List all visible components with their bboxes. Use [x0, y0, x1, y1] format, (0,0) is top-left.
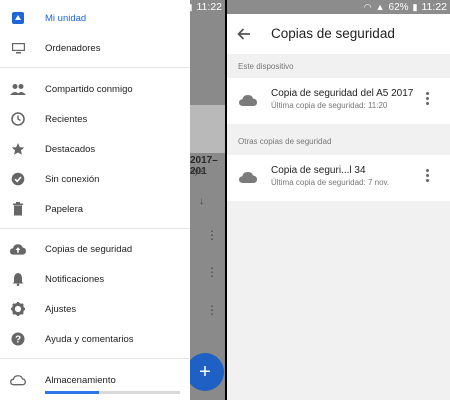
add-fab-button[interactable]: + — [186, 353, 224, 391]
offline-icon — [10, 171, 26, 187]
backup-icon — [10, 241, 26, 257]
drawer-item-sin-conexion[interactable]: Sin conexión — [0, 164, 190, 194]
battery-icon: ▮ — [412, 2, 418, 12]
signal-icon: ▲ — [375, 2, 385, 12]
more-options-icon[interactable] — [426, 92, 430, 106]
battery-icon: ▮ — [187, 2, 193, 12]
status-time: 11:22 — [421, 1, 448, 13]
more-icon[interactable]: ⋮ — [206, 265, 218, 279]
clock-icon — [10, 111, 26, 127]
section-label-device: Este dispositivo — [238, 62, 294, 71]
status-bar: ◠ ▲ 62% ▮ 11:22 — [227, 0, 450, 14]
status-bar: ◠ ▲ 62% ▮ 11:22 — [0, 0, 225, 14]
drawer-item-label: Copias de seguridad — [45, 243, 133, 255]
drawer-item-label: Ayuda y comentarios — [45, 333, 134, 345]
people-icon — [10, 81, 26, 97]
drawer-item-copias[interactable]: Copias de seguridad — [0, 234, 190, 264]
drawer-item-label: Recientes — [45, 113, 88, 125]
cloud-icon — [10, 372, 26, 388]
trash-icon — [10, 201, 26, 217]
right-screen: ◠ ▲ 62% ▮ 11:22 Copias de seguridad Este… — [227, 0, 450, 400]
storage-progress-fill — [45, 391, 99, 394]
more-icon[interactable]: ⋮ — [206, 303, 218, 317]
more-icon[interactable]: ⋮ — [206, 228, 218, 242]
drawer-item-label: Destacados — [45, 143, 96, 155]
left-screen: ◠ ▲ 62% ▮ 11:22 2017–201 ayer ↓ ⋮ ⋮ ⋮ + … — [0, 0, 225, 400]
drawer-divider — [0, 67, 190, 68]
drawer-item-label: Ordenadores — [45, 42, 101, 54]
computer-icon — [10, 40, 26, 56]
cloud-icon — [239, 93, 257, 107]
page-title: Copias de seguridad — [271, 26, 395, 41]
app-bar: Copias de seguridad — [227, 14, 450, 54]
drawer-item-label: Notificaciones — [45, 273, 105, 285]
backup-name: Copia de seguri...l 34 — [271, 165, 366, 176]
storage-progress-bar — [45, 391, 180, 394]
drawer-item-notificaciones[interactable]: Notificaciones — [0, 264, 190, 294]
section-label-other: Otras copias de seguridad — [238, 137, 332, 146]
drawer-item-label: Almacenamiento — [45, 374, 116, 386]
signal-icon: ▲ — [150, 2, 160, 12]
cloud-icon — [239, 170, 257, 184]
backup-item-device[interactable]: Copia de seguridad del A5 2017 Última co… — [227, 78, 450, 124]
svg-text:?: ? — [15, 335, 21, 346]
drawer-item-label: Compartido conmigo — [45, 83, 133, 95]
drawer-item-ayuda[interactable]: ? Ayuda y comentarios — [0, 324, 190, 354]
more-options-icon[interactable] — [426, 169, 430, 183]
backup-last-date: Última copia de seguridad: 11:20 — [271, 101, 388, 110]
drawer-item-ajustes[interactable]: Ajustes — [0, 294, 190, 324]
drawer-item-compartido[interactable]: Compartido conmigo — [0, 74, 190, 104]
gear-icon — [10, 301, 26, 317]
drawer-item-label: Ajustes — [45, 303, 77, 315]
drawer-divider — [0, 358, 190, 359]
drawer-item-papelera[interactable]: Papelera — [0, 194, 190, 224]
file-subtitle: ayer — [190, 167, 206, 176]
sort-arrow-icon[interactable]: ↓ — [199, 196, 204, 207]
drawer-item-label: Sin conexión — [45, 173, 100, 185]
backup-item-other[interactable]: Copia de seguri...l 34 Última copia de s… — [227, 155, 450, 201]
drawer-item-destacados[interactable]: Destacados — [0, 134, 190, 164]
navigation-drawer: Mi unidad Ordenadores Compartido conmigo… — [0, 0, 190, 400]
drawer-item-label: Papelera — [45, 203, 84, 215]
bell-icon — [10, 271, 26, 287]
wifi-icon: ◠ — [363, 2, 372, 12]
backup-name: Copia de seguridad del A5 2017 — [271, 88, 414, 99]
backup-last-date: Última copia de seguridad: 7 nov. — [271, 178, 390, 187]
drawer-item-recientes[interactable]: Recientes — [0, 104, 190, 134]
battery-percent: 62% — [388, 1, 409, 13]
drawer-item-ordenadores[interactable]: Ordenadores — [0, 33, 190, 63]
file-thumbnail[interactable] — [190, 105, 225, 153]
wifi-icon: ◠ — [138, 2, 147, 12]
help-icon: ? — [10, 331, 26, 347]
battery-percent: 62% — [163, 1, 184, 13]
back-arrow-icon[interactable] — [235, 25, 253, 43]
star-icon — [10, 141, 26, 157]
status-time: 11:22 — [196, 1, 223, 13]
drawer-divider — [0, 228, 190, 229]
drawer-item-label: Mi unidad — [45, 12, 87, 24]
